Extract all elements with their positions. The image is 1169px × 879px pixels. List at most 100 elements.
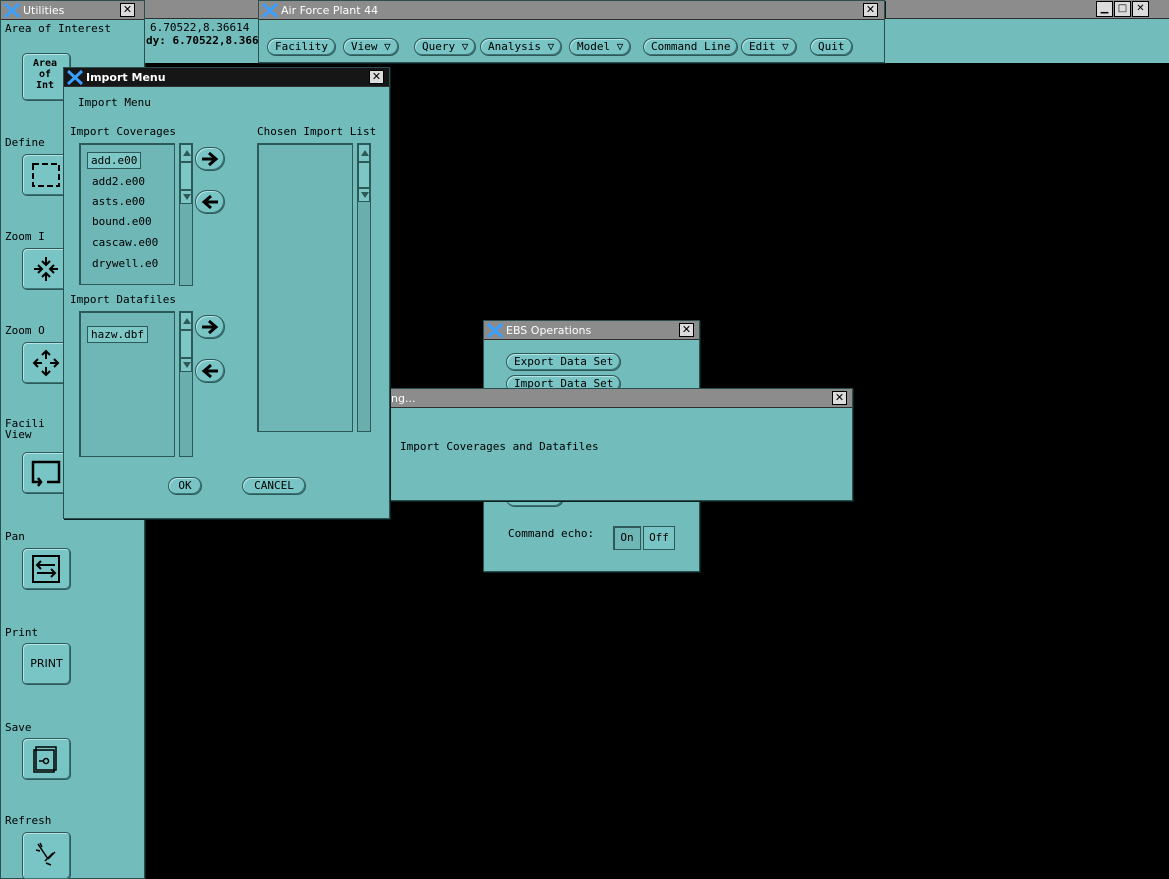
command-echo-on[interactable]: On: [613, 526, 641, 550]
command-echo-off[interactable]: Off: [643, 526, 675, 550]
coverage-item[interactable]: drywell.e0: [92, 257, 158, 270]
air-force-plant-window: Air Force Plant 44 ✕ Facility View ▽ Que…: [258, 0, 885, 63]
import-menu-close-button[interactable]: ✕: [369, 70, 384, 84]
export-data-set-button[interactable]: Export Data Set: [506, 353, 622, 371]
print-button-text: PRINT: [30, 657, 63, 670]
ebs-operations-title: EBS Operations: [506, 324, 592, 337]
air-force-plant-title: Air Force Plant 44: [281, 4, 379, 17]
aoi-coordinates: 6.70522,8.36614: [150, 21, 250, 34]
menu-facility[interactable]: Facility: [267, 38, 336, 56]
datafiles-scroll-down[interactable]: [180, 358, 192, 372]
air-force-plant-close-button[interactable]: ✕: [863, 3, 878, 17]
chosen-import-list[interactable]: [257, 143, 353, 432]
import-menu-title: Import Menu: [86, 71, 166, 84]
down-arrow-icon: [183, 194, 191, 200]
up-arrow-icon: [361, 150, 369, 156]
area-of-interest-button-label: Area of Int: [32, 58, 58, 91]
define-label: Define: [5, 136, 45, 149]
print-button[interactable]: PRINT: [22, 643, 71, 685]
define-rect-icon: [32, 163, 60, 187]
air-force-plant-titlebar[interactable]: Air Force Plant 44: [259, 1, 884, 20]
coverages-list[interactable]: add.e00 add2.e00 asts.e00 bound.e00 casc…: [79, 143, 175, 285]
coverages-scroll-down[interactable]: [180, 190, 192, 204]
facility-view-label: Facili View: [5, 417, 45, 441]
coverage-item[interactable]: asts.e00: [92, 195, 145, 208]
working-dialog-titlebar[interactable]: ng...: [361, 389, 852, 408]
coverages-scrollbar[interactable]: [179, 143, 193, 286]
command-echo-label: Command echo:: [508, 527, 595, 540]
menu-view[interactable]: View ▽: [343, 38, 399, 56]
datafiles-list[interactable]: hazw.dbf: [79, 311, 175, 457]
chosen-scroll-up[interactable]: [358, 144, 370, 162]
zoom-in-label: Zoom I: [5, 230, 45, 243]
zoom-in-icon: [34, 257, 58, 281]
up-arrow-icon: [183, 150, 191, 156]
coverage-item[interactable]: cascaw.e00: [92, 236, 158, 249]
ebs-operations-titlebar[interactable]: EBS Operations: [484, 321, 699, 340]
import-datafiles-label: Import Datafiles: [70, 293, 176, 306]
coords-panel: 6.70522,8.36614 dy: 6.70522,8.366: [145, 19, 259, 63]
working-dialog-close-button[interactable]: ✕: [832, 391, 847, 405]
menu-quit[interactable]: Quit: [810, 38, 853, 56]
coverage-item[interactable]: add2.e00: [92, 175, 145, 188]
chosen-import-list-label: Chosen Import List: [257, 125, 377, 138]
menu-model[interactable]: Model ▽: [569, 38, 632, 56]
up-arrow-icon: [183, 318, 191, 324]
menu-analysis[interactable]: Analysis ▽: [480, 38, 563, 56]
minimize-button[interactable]: ▁: [1096, 1, 1113, 17]
aoi-dy-coordinates: dy: 6.70522,8.366: [146, 34, 259, 47]
safe-icon: [33, 746, 57, 773]
top-bar-fill: [885, 19, 1169, 63]
print-label: Print: [5, 626, 39, 639]
pan-button[interactable]: [22, 548, 71, 590]
aoi-label: Area of Interest: [5, 22, 111, 35]
pan-label: Pan: [5, 530, 25, 543]
pan-icon: [32, 555, 60, 583]
refresh-button[interactable]: [22, 832, 71, 879]
remove-datafile-button[interactable]: [195, 359, 225, 383]
utilities-title: Utilities: [23, 4, 65, 17]
menu-edit[interactable]: Edit ▽: [741, 38, 797, 56]
save-button[interactable]: [22, 738, 71, 780]
datafiles-scrollbar[interactable]: [179, 311, 193, 457]
menu-query[interactable]: Query ▽: [414, 38, 477, 56]
menu-command-line[interactable]: Command Line: [643, 38, 739, 56]
import-coverages-label: Import Coverages: [70, 125, 176, 138]
right-arrow-icon: [202, 319, 219, 335]
working-dialog-title: ng...: [391, 392, 416, 405]
datafiles-scroll-thumb[interactable]: [180, 330, 192, 358]
window-close-button[interactable]: ✕: [1132, 1, 1149, 17]
left-arrow-icon: [201, 363, 218, 379]
x-logo-icon: [262, 3, 278, 18]
chosen-list-scrollbar[interactable]: [357, 143, 371, 432]
import-menu-window: Import Menu ✕ Import Menu Import Coverag…: [63, 67, 390, 519]
ebs-operations-close-button[interactable]: ✕: [679, 323, 694, 337]
coverage-item[interactable]: add.e00: [86, 152, 142, 169]
down-arrow-icon: [183, 362, 191, 368]
x-logo-icon: [487, 323, 503, 338]
right-arrow-icon: [202, 151, 219, 167]
coverages-scroll-thumb[interactable]: [180, 162, 192, 190]
coverage-item[interactable]: bound.e00: [92, 215, 152, 228]
add-coverage-button[interactable]: [195, 147, 225, 171]
zoom-out-icon: [32, 349, 60, 377]
utilities-close-button[interactable]: ✕: [120, 3, 135, 17]
remove-coverage-button[interactable]: [195, 190, 225, 214]
save-label: Save: [5, 721, 32, 734]
working-dialog-message: Import Coverages and Datafiles: [400, 440, 599, 453]
cancel-button[interactable]: CANCEL: [242, 477, 306, 495]
ok-button[interactable]: OK: [168, 477, 202, 495]
chosen-scroll-down[interactable]: [358, 188, 370, 202]
left-arrow-icon: [201, 194, 218, 210]
chosen-scroll-thumb[interactable]: [358, 162, 370, 188]
datafiles-scroll-up[interactable]: [180, 312, 192, 330]
down-arrow-icon: [361, 192, 369, 198]
import-menu-heading: Import Menu: [78, 96, 151, 109]
maximize-button[interactable]: □: [1114, 1, 1131, 17]
coverages-scroll-up[interactable]: [180, 144, 192, 162]
import-menu-titlebar[interactable]: Import Menu: [64, 68, 389, 87]
refresh-broom-icon: [35, 842, 56, 866]
datafile-item[interactable]: hazw.dbf: [87, 326, 148, 343]
facility-view-icon: [31, 460, 61, 487]
add-datafile-button[interactable]: [195, 315, 225, 339]
